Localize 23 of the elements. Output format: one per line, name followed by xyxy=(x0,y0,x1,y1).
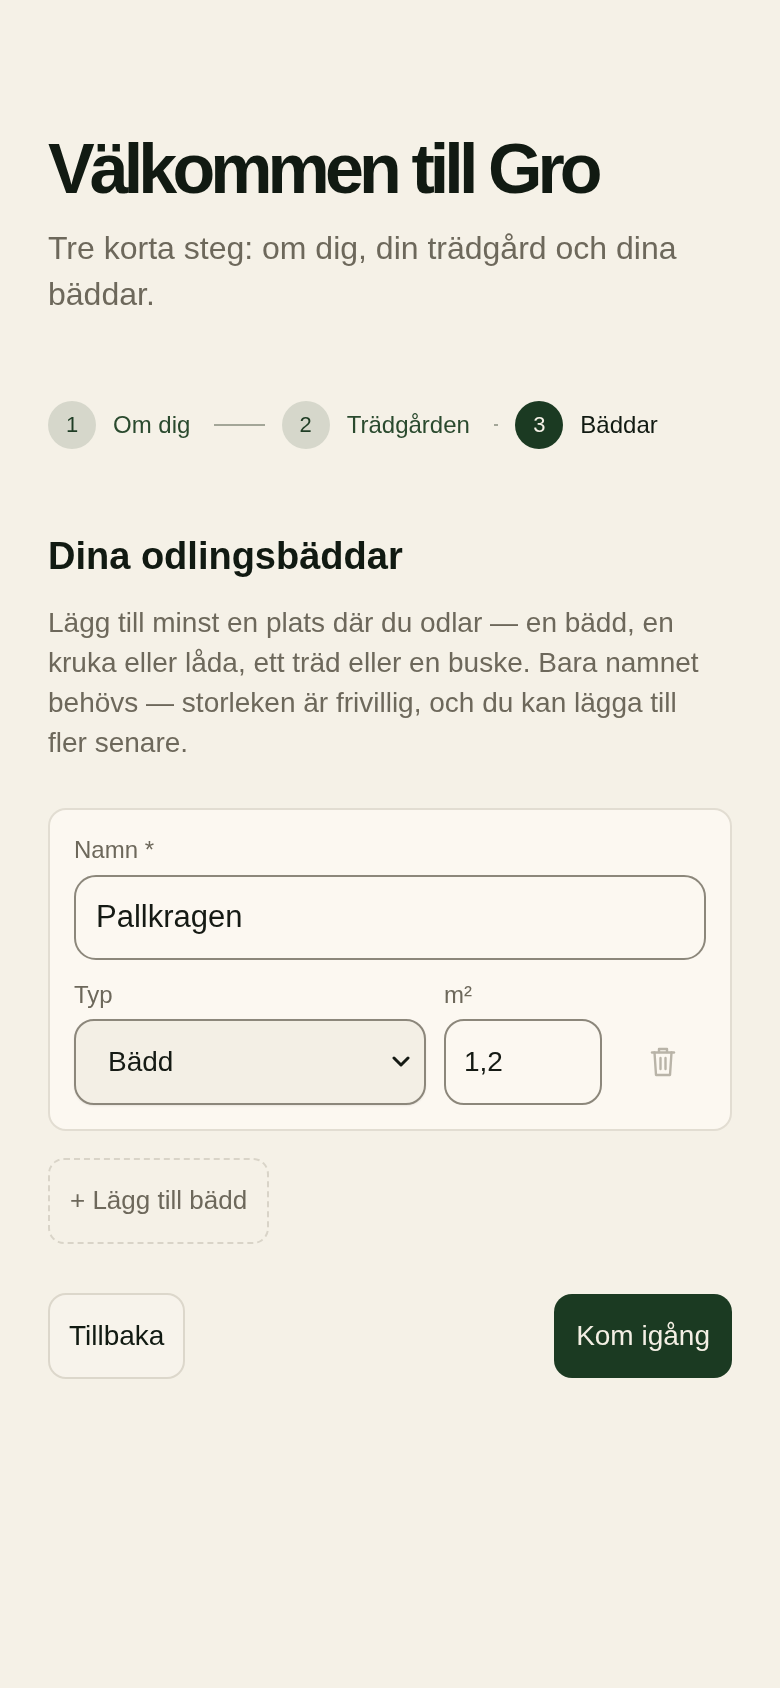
page-subtitle: Tre korta steg: om dig, din trädgård och dina bäddar. xyxy=(48,229,678,314)
section-description: Lägg till minst en plats där du odlar — en bädd, en kruka eller låda, ett träd eller en buske. Bara namnet behövs — storleken är frivillig, och du kan lägga till fler senare. xyxy=(48,605,700,760)
step-number: 2 xyxy=(281,401,330,449)
step-number: 3 xyxy=(515,401,564,449)
step-label: Trädgården xyxy=(346,410,470,440)
type-select[interactable]: Bädd xyxy=(74,1018,426,1105)
size-input[interactable]: 1,2 xyxy=(444,1018,602,1105)
start-button[interactable]: Kom igång xyxy=(554,1293,732,1378)
back-button[interactable]: Tillbaka xyxy=(48,1292,186,1379)
add-bed-button[interactable]: + Lägg till bädd xyxy=(48,1157,270,1244)
step-label: Bäddar xyxy=(580,410,658,440)
page-title: Välkommen till Gro xyxy=(48,131,598,208)
field-label: m² xyxy=(444,980,472,1009)
step-label: Om dig xyxy=(113,410,191,440)
trash-icon[interactable] xyxy=(650,1046,676,1077)
step-connector xyxy=(214,424,265,426)
chevron-down-icon xyxy=(392,1056,410,1068)
field-label: Typ xyxy=(74,980,113,1009)
field-label: Namn * xyxy=(74,835,155,864)
section-title: Dina odlingsbäddar xyxy=(48,534,403,579)
step-number: 1 xyxy=(48,401,96,449)
name-input[interactable]: Pallkragen xyxy=(74,874,706,960)
step-connector xyxy=(493,424,499,426)
